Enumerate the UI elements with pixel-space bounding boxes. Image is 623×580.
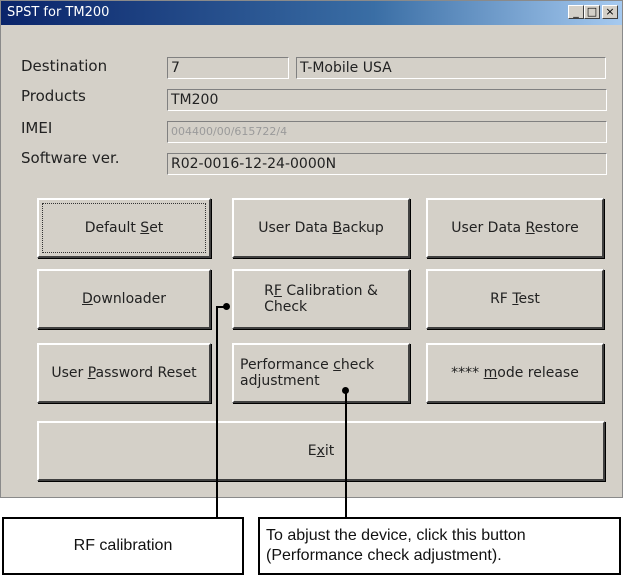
title-bar: SPST for TM200 _ □ × (1, 1, 622, 25)
rf-callout-leader-v (216, 306, 218, 518)
perf-callout-leader-v (345, 390, 347, 518)
rf-test-label: RF Test (490, 291, 540, 307)
performance-callout: To abjust the device, click this button … (258, 517, 621, 575)
destination-field: 7 (167, 57, 289, 79)
user-data-backup-button[interactable]: User Data Backup (232, 198, 410, 258)
default-set-button[interactable]: Default Set (37, 198, 211, 258)
rf-calibration-check-button[interactable]: RF Calibration & Check (232, 269, 410, 329)
imei-field: 004400/00/615722/4 (167, 121, 607, 143)
software-ver-label: Software ver. (21, 149, 120, 167)
software-ver-field: R02-0016-12-24-0000N (167, 153, 607, 175)
performance-check-adjustment-button[interactable]: Performance check adjustment (232, 343, 410, 403)
close-button[interactable]: × (602, 5, 618, 19)
rf-calibration-check-label: RF Calibration & Check (264, 283, 378, 315)
minimize-button[interactable]: _ (568, 5, 584, 19)
maximize-button[interactable]: □ (584, 5, 600, 19)
rf-calibration-callout: RF calibration (2, 517, 244, 575)
user-password-reset-label: User Password Reset (51, 365, 197, 381)
downloader-button[interactable]: Downloader (37, 269, 211, 329)
products-field: TM200 (167, 89, 607, 111)
rf-test-button[interactable]: RF Test (426, 269, 604, 329)
focus-frame (42, 203, 206, 253)
imei-label: IMEI (21, 119, 53, 137)
user-data-restore-button[interactable]: User Data Restore (426, 198, 604, 258)
performance-callout-line1: To abjust the device, click this button (266, 527, 526, 544)
mode-release-button[interactable]: **** mode release (426, 343, 604, 403)
spst-window: SPST for TM200 _ □ × Destination 7 T-Mob… (0, 0, 623, 498)
user-password-reset-button[interactable]: User Password Reset (37, 343, 211, 403)
destination-label: Destination (21, 57, 108, 75)
rf-calibration-callout-text: RF calibration (73, 537, 173, 554)
exit-label: Exit (307, 443, 335, 459)
user-data-restore-label: User Data Restore (451, 220, 579, 236)
destination-name-field: T-Mobile USA (296, 57, 606, 79)
performance-check-adjustment-label: Performance check adjustment (240, 357, 375, 389)
mode-release-label: **** mode release (451, 365, 579, 381)
user-data-backup-label: User Data Backup (258, 220, 384, 236)
performance-callout-line2: (Performance check adjustment). (266, 547, 502, 564)
products-label: Products (21, 87, 86, 105)
window-title: SPST for TM200 (7, 5, 110, 20)
downloader-label: Downloader (82, 291, 166, 307)
exit-button[interactable]: Exit (37, 421, 605, 481)
